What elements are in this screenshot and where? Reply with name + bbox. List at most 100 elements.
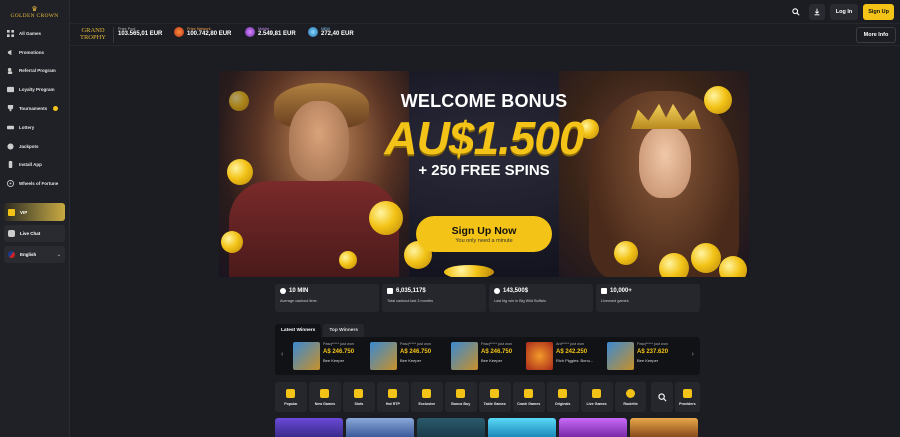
category-label: Bonus Buy bbox=[451, 401, 471, 406]
category-new-games[interactable]: New Games bbox=[308, 382, 341, 412]
clock-icon bbox=[280, 288, 286, 294]
game-tile[interactable] bbox=[559, 418, 627, 437]
category-roulette[interactable]: Roulette bbox=[614, 382, 647, 412]
category-label: Popular bbox=[284, 401, 298, 406]
brand-name: GOLDEN CROWN bbox=[10, 12, 59, 19]
winner-item[interactable]: Ant***** just won A$ 242.250 Rich Piggie… bbox=[526, 342, 593, 370]
game-thumbnail bbox=[370, 342, 397, 370]
stat-card: 143,500$ Last big win in Big Wild Buffal… bbox=[489, 284, 593, 312]
winner-game: Bee Keeper bbox=[481, 358, 503, 363]
sidebar-item-label: Promotions bbox=[19, 49, 45, 55]
download-icon bbox=[814, 8, 820, 16]
jackpot-prize-pool: Prize Pool 103.565,01 EUR bbox=[118, 27, 162, 37]
brand-logo[interactable]: ♛ GOLDEN CROWN bbox=[0, 0, 69, 24]
winner-item[interactable]: Pasq***** just won A$ 246.750 Bee Keeper bbox=[451, 342, 512, 370]
winners-tabs: Latest Winners Top Winners bbox=[275, 324, 364, 337]
chevron-left-icon[interactable]: ‹ bbox=[281, 351, 283, 358]
sidebar-item-label: Tournaments bbox=[19, 106, 48, 112]
phone-icon bbox=[7, 161, 14, 169]
category-crash-games[interactable]: Crash Games bbox=[512, 382, 545, 412]
more-info-button[interactable]: More Info bbox=[856, 27, 896, 43]
sidebar-item-wheels-of-fortune[interactable]: Wheels of Fortune bbox=[0, 174, 69, 193]
category-bonus-buy[interactable]: Bonus Buy bbox=[444, 382, 477, 412]
welcome-bonus-banner[interactable]: WELCOME BONUS AU$1.500 + 250 FREE SPINS … bbox=[219, 71, 749, 277]
coin-icon bbox=[227, 159, 253, 185]
winner-name: Pasq***** just won bbox=[400, 342, 432, 346]
category-exclusive[interactable]: Exclusive bbox=[410, 382, 443, 412]
sidebar-item-referral[interactable]: Referral Program bbox=[0, 62, 69, 81]
category-popular[interactable]: Popular bbox=[275, 382, 307, 412]
loyalty-icon bbox=[7, 86, 14, 93]
winners-carousel: ‹ › Pasq***** just won A$ 246.750 Bee Ke… bbox=[275, 337, 700, 375]
trophy-icon bbox=[7, 105, 14, 112]
rocket-icon bbox=[524, 388, 534, 398]
cta-label: Sign Up Now bbox=[451, 224, 517, 237]
category-table-games[interactable]: Table Games bbox=[478, 382, 511, 412]
language-selector[interactable]: English ⌄ bbox=[4, 246, 65, 264]
jackpot-value: 2.549,81 EUR bbox=[258, 31, 296, 37]
winner-game: Bee Keeper bbox=[323, 358, 345, 363]
megaphone-icon bbox=[7, 49, 14, 56]
game-tile[interactable] bbox=[346, 418, 414, 437]
game-tile[interactable] bbox=[417, 418, 485, 437]
stat-card: 10 MIN Average cashout time. bbox=[275, 284, 379, 312]
chevron-right-icon[interactable]: › bbox=[692, 351, 694, 358]
game-tile[interactable] bbox=[275, 418, 343, 437]
sidebar-item-jackpots[interactable]: Jackpots bbox=[0, 137, 69, 156]
clover-icon bbox=[354, 388, 364, 398]
hero-signup-button[interactable]: Sign Up Now You only need a minute bbox=[416, 216, 552, 252]
sidebar-item-promotions[interactable]: Promotions bbox=[0, 43, 69, 62]
signup-button[interactable]: Sign Up bbox=[863, 4, 894, 20]
bag-icon bbox=[456, 388, 466, 398]
winner-amount: A$ 237.620 bbox=[637, 349, 669, 355]
coin-icon bbox=[229, 91, 249, 111]
sidebar-item-loyalty[interactable]: Loyalty Program bbox=[0, 80, 69, 99]
coin-icon bbox=[704, 86, 732, 114]
category-slots[interactable]: Slots bbox=[342, 382, 375, 412]
winner-item[interactable]: Pasq***** just won A$ 246.750 Bee Keeper bbox=[370, 342, 431, 370]
category-search-button[interactable] bbox=[651, 382, 673, 412]
new-icon bbox=[320, 388, 330, 398]
language-label: English bbox=[20, 252, 37, 258]
stat-desc: Average cashout time. bbox=[280, 299, 318, 303]
sidebar-item-tournaments[interactable]: Tournaments bbox=[0, 99, 69, 118]
winner-game: Bee Keeper bbox=[637, 358, 659, 363]
coin-icon bbox=[339, 251, 357, 269]
top-bar: Log In Sign Up bbox=[70, 0, 900, 24]
sidebar-item-label: Referral Program bbox=[19, 68, 56, 74]
category-live-games[interactable]: Live Games bbox=[580, 382, 613, 412]
dealer-icon bbox=[592, 388, 602, 398]
login-button[interactable]: Log In bbox=[829, 4, 859, 20]
winner-item[interactable]: Pasq***** just won A$ 237.620 Bee Keeper bbox=[607, 342, 668, 370]
cashout-icon bbox=[387, 288, 393, 294]
category-originals[interactable]: Originals bbox=[546, 382, 579, 412]
tab-top-winners[interactable]: Top Winners bbox=[323, 324, 364, 337]
tab-latest-winners[interactable]: Latest Winners bbox=[275, 324, 322, 337]
sidebar-item-all-games[interactable]: All Games bbox=[0, 24, 69, 43]
grid-icon bbox=[7, 29, 14, 37]
game-tile[interactable] bbox=[488, 418, 556, 437]
providers-button[interactable]: Providers bbox=[674, 382, 700, 412]
sidebar-item-label: Lottery bbox=[19, 124, 35, 130]
winner-name: Pasq***** just won bbox=[637, 342, 669, 346]
stat-value: 143,500$ bbox=[503, 288, 529, 294]
chat-icon bbox=[8, 230, 15, 238]
gem-icon bbox=[245, 27, 255, 37]
sidebar-item-label: Jackpots bbox=[19, 143, 39, 149]
vip-button[interactable]: VIP bbox=[4, 203, 65, 222]
game-tile[interactable] bbox=[630, 418, 698, 437]
game-grid bbox=[275, 418, 700, 437]
sidebar-item-label: Loyalty Program bbox=[19, 87, 55, 93]
winner-item[interactable]: Pasq***** just won A$ 246.750 Bee Keeper bbox=[293, 342, 354, 370]
cta-sub: You only need a minute bbox=[455, 237, 513, 244]
sidebar-item-install-app[interactable]: Install App bbox=[0, 156, 69, 175]
live-chat-button[interactable]: Live Chat bbox=[4, 225, 65, 243]
roulette-icon bbox=[626, 388, 635, 398]
grand-trophy-logo[interactable]: GRAND TROPHY bbox=[80, 27, 106, 41]
winner-game: Bee Keeper bbox=[400, 358, 422, 363]
category-hot-rtp[interactable]: Hot RTP bbox=[376, 382, 409, 412]
sidebar-item-lottery[interactable]: Lottery bbox=[0, 118, 69, 137]
download-button[interactable] bbox=[808, 4, 825, 20]
search-button[interactable] bbox=[788, 4, 804, 20]
vip-label: VIP bbox=[20, 209, 28, 215]
